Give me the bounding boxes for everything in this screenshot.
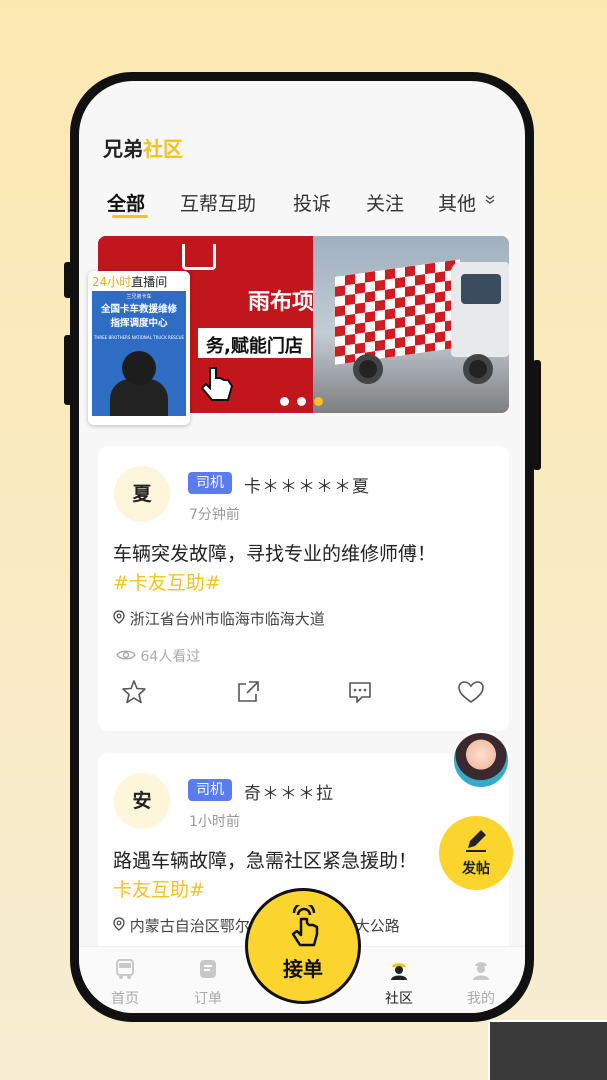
post-card[interactable]: 夏 司机 卡＊＊＊＊＊夏 7分钟前 车辆突发故障，寻找专业的维修师傅！ #卡友互… (98, 446, 509, 731)
banner-truck-photo (313, 236, 509, 413)
live-video: 兰兄弟卡车 全国卡车救援维修 指挥调度中心 THREE BROTHERS NAT… (92, 291, 186, 416)
user-name[interactable]: 奇＊＊＊拉 (244, 779, 334, 804)
truck-icon (113, 957, 137, 981)
tab-other[interactable]: 其他 (438, 189, 476, 216)
truck-wheel (353, 354, 383, 384)
accept-order-label: 接单 (283, 957, 323, 981)
nav-item-home[interactable]: 首页 (95, 947, 155, 1013)
truck-cab (451, 262, 509, 357)
user-name[interactable]: 卡＊＊＊＊＊夏 (244, 472, 370, 497)
nav-label-profile: 我的 (467, 991, 495, 1007)
live-label-hours: 24小时 (92, 275, 132, 289)
live-title-line2: 指挥调度中心 (110, 318, 168, 329)
nav-label-community: 社区 (385, 991, 413, 1007)
tab-all[interactable]: 全部 (107, 189, 145, 216)
assistant-avatar[interactable] (452, 731, 510, 789)
location-pin-icon (113, 917, 125, 935)
role-badge: 司机 (188, 472, 232, 494)
live-label: 24小时直播间 (92, 273, 167, 290)
live-title-line1: 全国卡车救援维修 (100, 304, 177, 315)
nav-item-orders[interactable]: 订单 (178, 947, 238, 1013)
nav-item-community[interactable]: 社区 (369, 947, 429, 1013)
pagination-dot[interactable] (280, 397, 289, 406)
share-icon[interactable] (234, 678, 264, 708)
nav-item-profile[interactable]: 我的 (451, 947, 511, 1013)
post-tag[interactable]: #卡友互助# (113, 569, 493, 598)
pagination-dot-active[interactable] (314, 397, 323, 406)
document-icon (196, 957, 220, 981)
tab-follow[interactable]: 关注 (366, 189, 404, 216)
post-text: 路遇车辆故障，急需社区紧急援助！ (113, 850, 418, 872)
views-text: 64人看过 (140, 649, 201, 665)
location-pin-icon (113, 610, 125, 628)
category-tabs: 全部 互帮互助 投诉 关注 其他 (79, 189, 525, 225)
role-badge: 司机 (188, 779, 232, 801)
hand-pointer-icon (198, 364, 238, 412)
post-time: 1小时前 (189, 814, 240, 830)
post-time: 7分钟前 (189, 507, 240, 523)
post-location: 浙江省台州市临海市临海大道 (113, 608, 325, 629)
accept-order-button[interactable]: 接单 (245, 888, 361, 1004)
app-title-part2: 社区 (143, 137, 183, 161)
phone-frame: 兄弟社区 全部 互帮互助 投诉 关注 其他 雨布项目 务,赋能门店 24小时直播… (70, 72, 534, 1022)
eye-icon (116, 649, 136, 665)
app-screen: 兄弟社区 全部 互帮互助 投诉 关注 其他 雨布项目 务,赋能门店 24小时直播… (79, 81, 525, 1013)
tab-mutual-help[interactable]: 互帮互助 (180, 189, 256, 216)
new-post-button[interactable]: 发帖 (439, 816, 513, 890)
post-views: 64人看过 (116, 646, 200, 666)
banner-pagination (280, 391, 331, 410)
live-small-text: 兰兄弟卡车 (126, 294, 152, 300)
community-icon (387, 957, 411, 981)
truck-window (461, 274, 501, 304)
app-title-part1: 兄弟 (103, 137, 143, 161)
live-stream-widget[interactable]: 24小时直播间 兰兄弟卡车 全国卡车救援维修 指挥调度中心 THREE BROT… (88, 271, 190, 425)
new-post-label: 发帖 (462, 861, 490, 877)
truck-tarp (335, 259, 460, 365)
tab-complaint[interactable]: 投诉 (293, 189, 331, 216)
heart-icon[interactable] (456, 678, 486, 708)
nav-label-home: 首页 (111, 991, 139, 1007)
avatar[interactable]: 安 (114, 773, 170, 829)
presenter-head (122, 351, 156, 385)
live-english-text: THREE BROTHERS NATIONAL TRUCK RESCUE (93, 335, 185, 340)
post-content[interactable]: 车辆突发故障，寻找专业的维修师傅！ #卡友互助# (113, 540, 493, 598)
active-tab-indicator (112, 215, 148, 218)
phone-power-button (533, 360, 541, 470)
preview-thumbnail (488, 1020, 607, 1080)
user-icon (469, 957, 493, 981)
pagination-dot[interactable] (297, 397, 306, 406)
tap-hand-icon (284, 901, 324, 953)
live-title: 全国卡车救援维修 指挥调度中心 (92, 303, 186, 331)
comment-icon[interactable] (346, 678, 376, 708)
banner-subtitle: 务,赋能门店 (198, 328, 311, 358)
cart-icon (182, 244, 216, 270)
app-title: 兄弟社区 (103, 133, 183, 162)
location-text: 浙江省台州市临海市临海大道 (129, 610, 325, 628)
avatar[interactable]: 夏 (114, 466, 170, 522)
pencil-icon (462, 826, 490, 858)
post-text: 车辆突发故障，寻找专业的维修师傅！ (113, 543, 437, 565)
truck-wheel (463, 354, 493, 384)
nav-label-orders: 订单 (194, 991, 222, 1007)
chevron-down-icon[interactable] (484, 193, 496, 209)
live-label-text: 直播间 (131, 275, 168, 289)
star-icon[interactable] (120, 678, 150, 708)
